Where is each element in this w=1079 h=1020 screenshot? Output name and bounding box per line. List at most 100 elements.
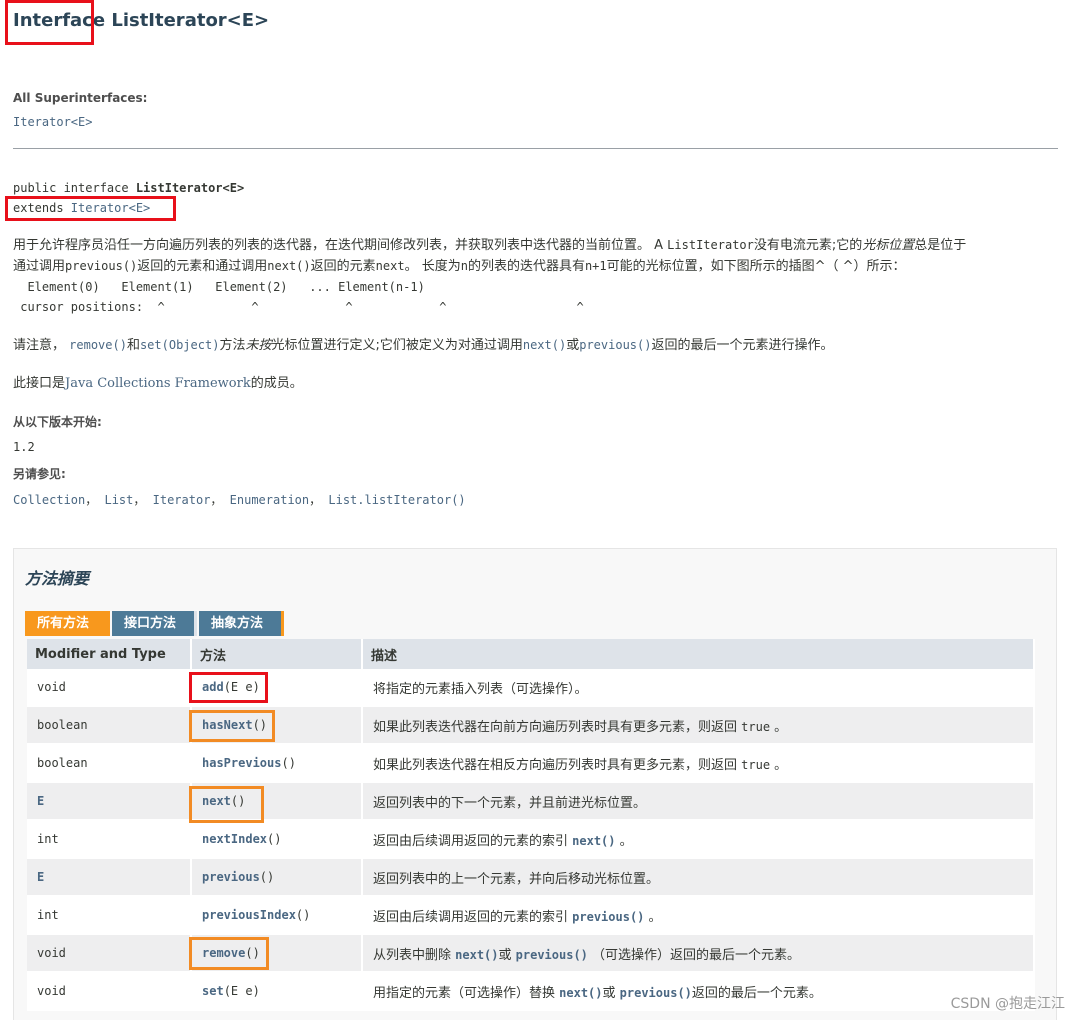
description-text: 返回由后续调用返回的元素的索引 bbox=[373, 909, 573, 925]
text: 方法 bbox=[219, 338, 246, 353]
table-row: Enext() 返回列表中的下一个元素，并且前进光标位置。 bbox=[27, 782, 1035, 821]
description-text: 将指定的元素插入列表（可选操作）。 bbox=[373, 681, 588, 697]
method-args: () bbox=[281, 756, 296, 770]
table-row: boolean hasPrevious() 如果此列表迭代器在相反方向遍历列表时具有… bbox=[27, 744, 1035, 783]
method-cell: previousIndex() bbox=[191, 896, 363, 935]
see-also-label: 另请参见: bbox=[13, 467, 66, 481]
previous-link[interactable]: previous() bbox=[579, 338, 651, 352]
text: 通过调用 bbox=[13, 259, 66, 274]
description-code[interactable]: previous() bbox=[620, 986, 692, 1000]
set-link[interactable]: set(Object) bbox=[140, 338, 219, 352]
modifier-cell: void bbox=[27, 669, 192, 707]
description-text: 返回的最后一个元素。 bbox=[691, 985, 822, 1001]
description-text: 或 bbox=[602, 985, 620, 1001]
description-cell: 返回由后续调用返回的元素的索引 previous() 。 bbox=[362, 896, 1035, 935]
since-value: 1.2 bbox=[13, 440, 35, 454]
text: 的列表的迭代器具有 bbox=[467, 259, 585, 274]
modifier-cell[interactable]: E bbox=[27, 858, 192, 897]
annotation-box-hasnext bbox=[189, 710, 275, 742]
description-text: 返回由后续调用返回的元素的索引 bbox=[373, 833, 573, 849]
description-code[interactable]: next() bbox=[559, 986, 602, 1000]
description-line-2: 通过调用previous()返回的元素和通过调用next()返回的元素next。… bbox=[13, 256, 966, 277]
table-row: Eprevious() 返回列表中的上一个元素，并向后移动光标位置。 bbox=[27, 858, 1035, 897]
description-cell: 如果此列表迭代器在向前方向遍历列表时具有更多元素，则返回 true 。 bbox=[362, 706, 1035, 745]
text: 光标位置进行定义;它们被定义为对通过调用 bbox=[271, 338, 523, 353]
see-also-list-listiterator[interactable]: List.listIterator() bbox=[328, 493, 465, 507]
method-args: () bbox=[259, 870, 275, 884]
table-row: int nextIndex() 返回由后续调用返回的元素的索引 next() 。 bbox=[27, 820, 1035, 859]
see-also-list[interactable]: List bbox=[104, 493, 133, 507]
description-paragraph-1: 用于允许程序员沿任一方向遍历列表的列表的迭代器，在迭代期间修改列表，并获取列表中… bbox=[13, 235, 966, 277]
signature-name: ListIterator<E> bbox=[135, 181, 245, 195]
signature-prefix: public interface bbox=[13, 181, 136, 195]
description-cell: 如果此列表迭代器在相反方向遍历列表时具有更多元素，则返回 true 。 bbox=[362, 744, 1035, 783]
method-args: () bbox=[267, 832, 282, 846]
description-code[interactable]: previous() bbox=[516, 948, 588, 962]
text: 和 bbox=[126, 338, 140, 353]
description-text: 返回列表中的上一个元素，并向后移动光标位置。 bbox=[373, 871, 660, 887]
column-header-method: 方法 bbox=[191, 639, 363, 669]
tab-interface-methods[interactable]: 接口方法 bbox=[112, 611, 194, 636]
method-cell: nextIndex() bbox=[191, 820, 363, 859]
italic-text: 未按 bbox=[245, 338, 272, 353]
column-header-modifier: Modifier and Type bbox=[27, 639, 192, 669]
text: 。 长度为 bbox=[404, 259, 461, 274]
signature-line-1: public interface ListIterator<E> bbox=[13, 181, 244, 195]
remove-link[interactable]: remove() bbox=[69, 338, 127, 352]
description-text: 。 bbox=[615, 833, 633, 849]
superinterface-link[interactable]: Iterator<E> bbox=[13, 115, 92, 129]
description-cell: 返回列表中的下一个元素，并且前进光标位置。 bbox=[362, 782, 1035, 821]
description-text: 如果此列表迭代器在向前方向遍历列表时具有更多元素，则返回 bbox=[373, 719, 742, 735]
code: n+1 bbox=[584, 259, 607, 273]
collections-framework-link[interactable]: Java Collections Framework bbox=[65, 376, 251, 391]
method-cell: previous() bbox=[191, 858, 363, 897]
tab-edge bbox=[194, 611, 197, 636]
tab-edge bbox=[281, 611, 284, 636]
description-code[interactable]: next() bbox=[572, 834, 615, 848]
method-args: () bbox=[295, 908, 311, 922]
description-code[interactable]: next() bbox=[455, 948, 498, 962]
tab-all-methods[interactable]: 所有方法 bbox=[25, 611, 107, 636]
method-link[interactable]: previous bbox=[202, 870, 260, 884]
code: previous() bbox=[65, 259, 138, 273]
watermark: CSDN @抱走江江 bbox=[950, 996, 1065, 1012]
code: next bbox=[375, 259, 405, 273]
cursor-diagram-line-1: Element(0) Element(1) Element(2) ... Ele… bbox=[13, 280, 425, 294]
description-text: 。 bbox=[770, 719, 788, 735]
method-link[interactable]: hasPrevious bbox=[202, 756, 281, 770]
description-text: （可选操作）返回的最后一个元素。 bbox=[587, 947, 801, 963]
modifier-cell: void bbox=[27, 972, 192, 1011]
method-link[interactable]: previousIndex bbox=[202, 908, 296, 922]
description-paragraph-2: 请注意， remove()和set(Object)方法未按光标位置进行定义;它们… bbox=[13, 335, 834, 356]
text: 返回的元素和通过调用 bbox=[137, 259, 268, 274]
method-link[interactable]: nextIndex bbox=[202, 832, 267, 846]
see-also-iterator[interactable]: Iterator bbox=[153, 493, 211, 507]
method-cell: hasPrevious() bbox=[191, 744, 363, 783]
modifier-cell[interactable]: E bbox=[27, 782, 192, 821]
see-also-collection[interactable]: Collection bbox=[13, 493, 85, 507]
text: 请注意， bbox=[13, 338, 70, 353]
description-code[interactable]: previous() bbox=[572, 910, 644, 924]
annotation-box-interface bbox=[5, 0, 94, 45]
see-also-enumeration[interactable]: Enumeration bbox=[230, 493, 309, 507]
method-cell: set(E e) bbox=[191, 972, 363, 1011]
tab-abstract-methods[interactable]: 抽象方法 bbox=[199, 611, 281, 636]
modifier-cell: void bbox=[27, 934, 192, 973]
code: ListIterator bbox=[667, 238, 754, 252]
method-table: Modifier and Type 方法 描述 void add(E e) 将指定的… bbox=[27, 639, 1035, 1011]
annotation-box-extends bbox=[5, 196, 176, 221]
modifier-cell: int bbox=[27, 896, 192, 935]
text: 总是位于 bbox=[914, 238, 967, 253]
text: 用于允许程序员沿任一方向遍历列表的列表的迭代器，在迭代期间修改列表，并获取列表中… bbox=[13, 238, 668, 253]
annotation-box-add bbox=[189, 672, 268, 703]
method-args: (E e) bbox=[223, 984, 260, 998]
next-link[interactable]: next() bbox=[523, 338, 566, 352]
description-code: true bbox=[741, 719, 771, 734]
see-also-links: Collection， List， Iterator， Enumeration，… bbox=[13, 493, 466, 507]
method-link[interactable]: set bbox=[202, 984, 224, 998]
description-cell: 用指定的元素（可选操作）替换 next()或 previous()返回的最后一个… bbox=[362, 972, 1035, 1011]
description-text: 返回列表中的下一个元素，并且前进光标位置。 bbox=[373, 795, 647, 811]
text: 此接口是 bbox=[13, 376, 66, 391]
italic-text: 光标位置 bbox=[862, 238, 915, 253]
description-code: true bbox=[741, 757, 771, 772]
